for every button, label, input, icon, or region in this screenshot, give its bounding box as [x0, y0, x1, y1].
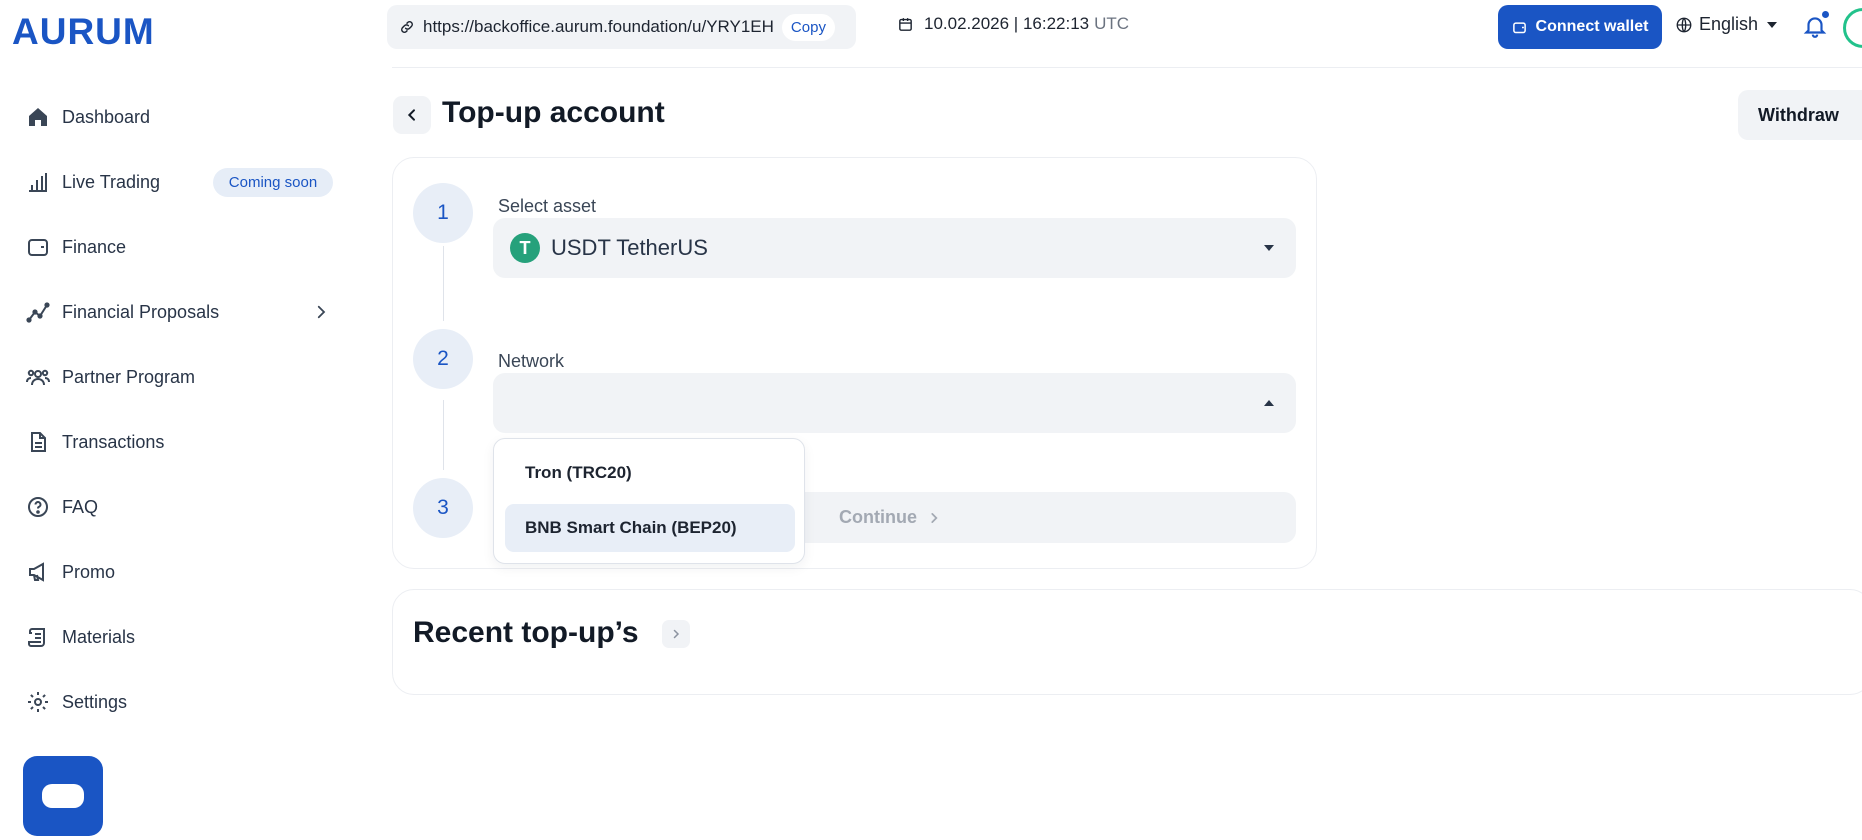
- chevron-up-icon: [1264, 400, 1274, 406]
- wallet-icon: [1512, 21, 1526, 33]
- sidebar-item-faq[interactable]: FAQ: [26, 491, 98, 523]
- sidebar-item-label: Financial Proposals: [62, 301, 220, 322]
- top-bar: AURUM https://backoffice.aurum.foundatio…: [0, 0, 1862, 68]
- network-select[interactable]: [493, 373, 1296, 433]
- calendar-icon: [899, 17, 912, 31]
- sidebar-item-promo[interactable]: Promo: [26, 556, 115, 588]
- step-connector: [443, 246, 444, 321]
- chevron-right-icon: [673, 629, 680, 639]
- network-dropdown: Tron (TRC20) BNB Smart Chain (BEP20): [493, 438, 805, 564]
- page-title: Top-up account: [442, 96, 665, 129]
- withdraw-button[interactable]: Withdraw: [1738, 90, 1862, 140]
- users-icon: [26, 369, 50, 386]
- tether-icon: T: [510, 233, 540, 263]
- question-icon: [28, 497, 48, 517]
- sidebar-item-label: Settings: [62, 691, 128, 712]
- sidebar-item-live-trading[interactable]: Live Trading: [26, 166, 160, 198]
- step-1-indicator: 1: [413, 183, 473, 243]
- sidebar-item-label: Dashboard: [62, 106, 151, 127]
- chevron-right-icon: [931, 512, 938, 523]
- sidebar-item-label: Partner Program: [62, 366, 196, 387]
- step-3-indicator: 3: [413, 478, 473, 538]
- network-label: Network: [498, 351, 565, 371]
- sidebar-item-label: Live Trading: [62, 171, 161, 192]
- referral-url-text: https://backoffice.aurum.foundation/u/YR…: [423, 17, 774, 36]
- server-datetime: 10.02.2026 | 16:22:13 UTC: [897, 14, 1129, 34]
- back-button[interactable]: [393, 96, 431, 134]
- support-chat-button[interactable]: [23, 756, 103, 836]
- sidebar-item-dashboard[interactable]: Dashboard: [26, 101, 150, 133]
- sidebar-item-financial-proposals[interactable]: Financial Proposals: [26, 296, 219, 328]
- globe-icon: [1676, 17, 1692, 32]
- recent-top-ups-expand[interactable]: [662, 620, 690, 648]
- notification-dot: [1822, 11, 1829, 18]
- chevron-down-icon: [1767, 21, 1778, 28]
- connect-wallet-button[interactable]: Connect wallet: [1498, 5, 1662, 49]
- wallet-icon: [28, 239, 48, 256]
- sidebar-item-label: FAQ: [62, 496, 99, 517]
- asset-select[interactable]: T USDT TetherUS: [493, 218, 1296, 278]
- chevron-left-icon: [407, 109, 415, 121]
- bar-chart-icon: [29, 173, 47, 192]
- link-icon: [401, 21, 413, 33]
- scroll-icon: [28, 628, 45, 647]
- continue-label: Continue: [839, 507, 917, 527]
- header-divider: [392, 67, 1862, 68]
- asset-label: Select asset: [498, 196, 597, 216]
- chevron-down-icon: [1264, 245, 1274, 251]
- language-selector[interactable]: English: [1675, 14, 1778, 35]
- chevron-right-icon[interactable]: [312, 300, 330, 324]
- sidebar-item-transactions[interactable]: Transactions: [26, 426, 164, 458]
- chat-icon: [42, 784, 84, 808]
- sidebar-item-label: Transactions: [62, 431, 165, 452]
- asset-value: USDT TetherUS: [551, 235, 708, 260]
- step-connector: [443, 400, 444, 470]
- coming-soon-badge: Coming soon: [213, 168, 333, 197]
- aurum-logo[interactable]: AURUM: [12, 11, 155, 53]
- sidebar-item-label: Materials: [62, 626, 136, 647]
- document-icon: [31, 432, 46, 452]
- sidebar-item-settings[interactable]: Settings: [26, 686, 127, 718]
- timezone-text: UTC: [1094, 14, 1130, 33]
- sidebar-item-materials[interactable]: Materials: [26, 621, 135, 653]
- network-option-tron[interactable]: Tron (TRC20): [505, 449, 795, 497]
- megaphone-icon: [29, 562, 44, 582]
- datetime-text: 10.02.2026 | 16:22:13: [924, 14, 1090, 33]
- referral-url-box: https://backoffice.aurum.foundation/u/YR…: [387, 5, 856, 49]
- connect-wallet-label: Connect wallet: [1535, 18, 1649, 35]
- trend-icon: [26, 302, 50, 323]
- avatar[interactable]: [1843, 8, 1862, 48]
- sidebar-item-partner-program[interactable]: Partner Program: [26, 361, 195, 393]
- gear-icon: [28, 692, 48, 712]
- language-label: English: [1699, 14, 1759, 34]
- network-option-bnb[interactable]: BNB Smart Chain (BEP20): [505, 504, 795, 552]
- home-icon: [29, 108, 47, 126]
- sidebar-item-finance[interactable]: Finance: [26, 231, 126, 263]
- recent-top-ups-title: Recent top-up’s: [413, 616, 639, 649]
- step-2-indicator: 2: [413, 329, 473, 389]
- sidebar-item-label: Promo: [62, 561, 116, 582]
- copy-url-button[interactable]: Copy: [781, 13, 835, 41]
- sidebar-item-label: Finance: [62, 236, 127, 257]
